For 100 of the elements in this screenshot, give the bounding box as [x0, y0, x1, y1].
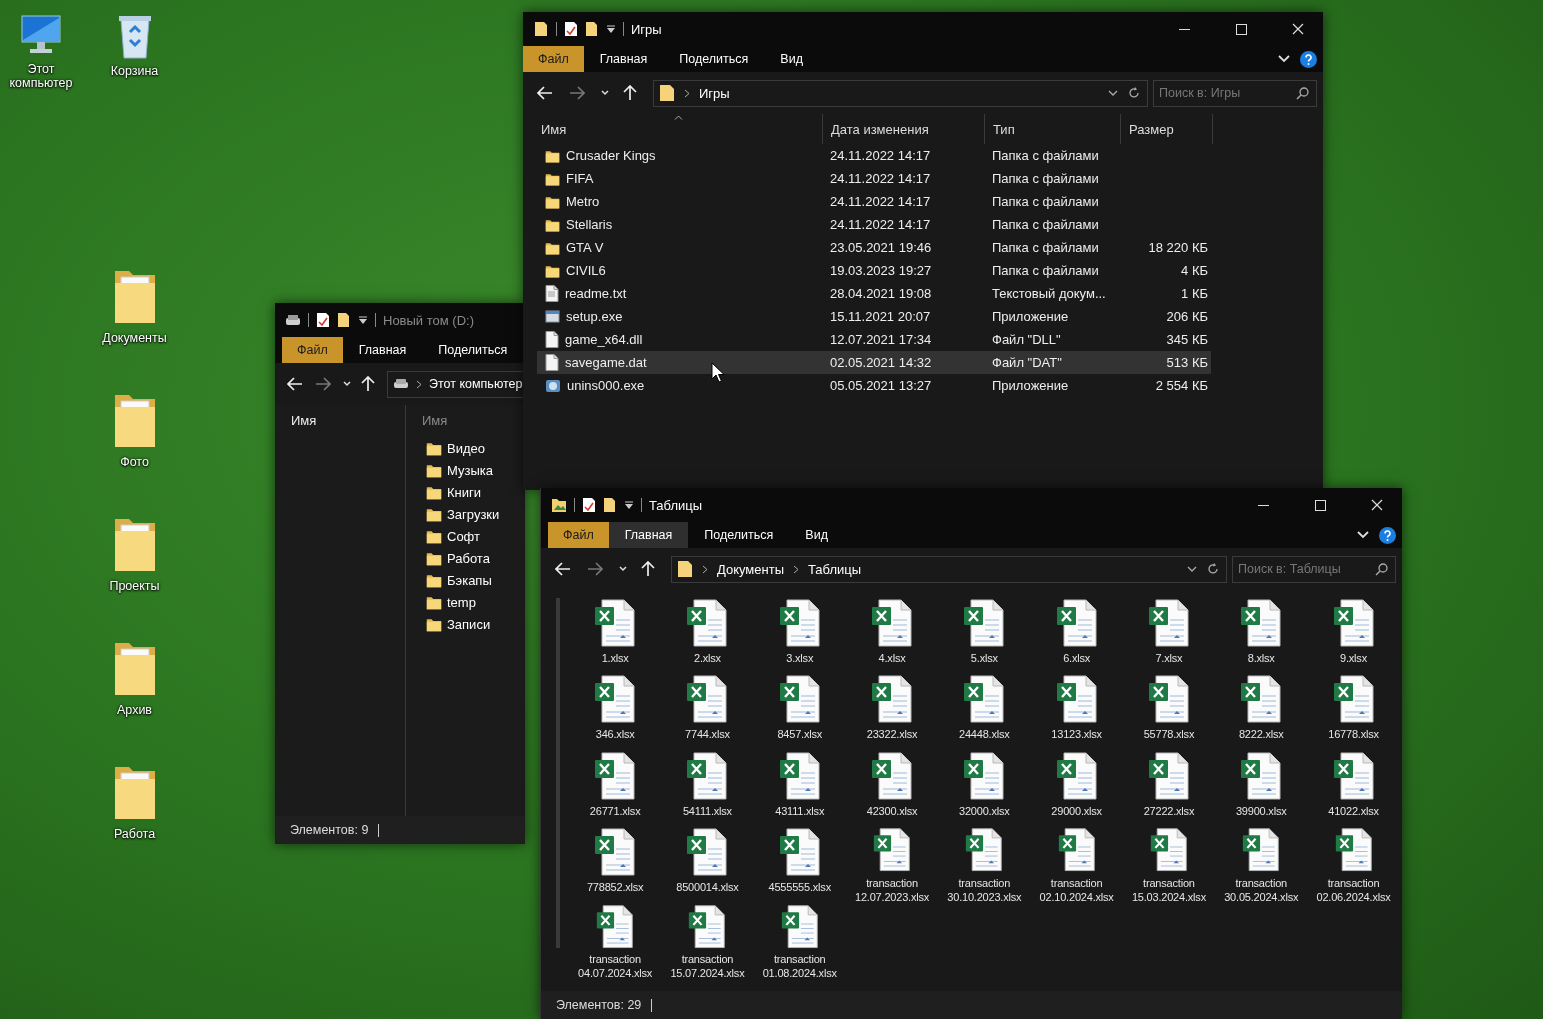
file-name[interactable]: 2.xlsx: [662, 651, 753, 665]
expand-ribbon-icon[interactable]: [1278, 55, 1290, 63]
refresh-icon[interactable]: [1206, 562, 1220, 576]
forward-arrow-icon[interactable]: [315, 377, 331, 391]
folder-name[interactable]: Записи: [447, 616, 491, 632]
address-bar[interactable]: Игры: [653, 79, 1148, 107]
up-arrow-icon[interactable]: [641, 561, 655, 577]
search-field[interactable]: Поиск в: Таблицы: [1232, 555, 1396, 583]
file-name[interactable]: 26771.xlsx: [570, 803, 661, 818]
desktop-icon-label[interactable]: Работа: [94, 827, 175, 841]
file-name[interactable]: 3.xlsx: [754, 651, 845, 665]
file-name[interactable]: 8.xlsx: [1216, 651, 1307, 665]
document-check-icon[interactable]: [582, 497, 596, 513]
desktop-icon-label[interactable]: Фото: [94, 455, 175, 469]
ribbon-tab[interactable]: Главная: [608, 522, 689, 548]
breadcrumb-link[interactable]: Таблицы: [808, 561, 862, 577]
file-row[interactable]: savegame.dat 02.05.2021 14:32 Файл "DAT" 513 КБ: [537, 351, 1211, 374]
help-icon[interactable]: [1379, 526, 1396, 544]
file-name[interactable]: 41022.xlsx: [1308, 803, 1399, 818]
expand-ribbon-icon[interactable]: [1357, 531, 1369, 539]
dropdown-icon[interactable]: [1108, 90, 1118, 96]
file-name[interactable]: 4.xlsx: [847, 651, 938, 665]
back-arrow-icon[interactable]: [555, 562, 571, 576]
file-name[interactable]: 55778.xlsx: [1123, 727, 1214, 742]
file-name[interactable]: 8457.xlsx: [754, 727, 845, 742]
file-name[interactable]: 42300.xlsx: [847, 803, 938, 818]
ribbon-tab[interactable]: Файл: [548, 522, 609, 548]
file-name[interactable]: 39900.xlsx: [1216, 803, 1307, 818]
search-field[interactable]: Поиск в: Игры: [1153, 79, 1317, 107]
file-name[interactable]: 32000.xlsx: [939, 803, 1030, 818]
breadcrumb-link[interactable]: Документы: [717, 561, 784, 577]
desktop-icon-label[interactable]: Документы: [94, 331, 175, 345]
file-name[interactable]: transaction 15.03.2024.xlsx: [1123, 875, 1214, 904]
recent-locations-icon[interactable]: [619, 566, 627, 572]
address-bar[interactable]: Документы Таблицы: [671, 555, 1227, 583]
desktop-icon-label[interactable]: Корзина: [94, 64, 175, 78]
file-name[interactable]: 7744.xlsx: [662, 727, 753, 742]
forward-arrow-icon[interactable]: [569, 86, 585, 100]
search-icon[interactable]: [1375, 562, 1388, 576]
ribbon-tab[interactable]: Поделиться: [688, 522, 790, 548]
file-row[interactable]: Metro 24.11.2022 14:17 Папка с файлами: [537, 190, 1211, 213]
desktop-icon-label[interactable]: Архив: [94, 703, 175, 717]
folder-name[interactable]: temp: [447, 594, 476, 610]
file-name[interactable]: transaction 04.07.2024.xlsx: [570, 951, 661, 980]
column-header[interactable]: Имя: [533, 114, 823, 144]
help-icon[interactable]: [1300, 50, 1317, 68]
file-row[interactable]: GTA V 23.05.2021 19:46 Папка с файлами 18 220 КБ: [537, 236, 1211, 259]
folder-name[interactable]: Книги: [447, 484, 482, 500]
file-row[interactable]: game_x64.dll 12.07.2021 17:34 Файл "DLL" 345 КБ: [537, 328, 1211, 351]
file-row[interactable]: readme.txt 28.04.2021 19:08 Текстовый докум... 1 КБ: [537, 282, 1211, 305]
file-name[interactable]: 16778.xlsx: [1308, 727, 1399, 742]
back-arrow-icon[interactable]: [287, 377, 303, 391]
file-name[interactable]: 7.xlsx: [1123, 651, 1214, 665]
file-name[interactable]: transaction 30.05.2024.xlsx: [1216, 875, 1307, 904]
column-header[interactable]: Размер: [1121, 114, 1213, 144]
file-name[interactable]: transaction 02.10.2024.xlsx: [1031, 875, 1122, 904]
file-name[interactable]: 778852.xlsx: [570, 880, 661, 895]
file-name[interactable]: 1.xlsx: [570, 651, 661, 665]
file-row[interactable]: Crusader Kings 24.11.2022 14:17 Папка с файлами: [537, 144, 1211, 167]
folder-name[interactable]: Музыка: [447, 462, 493, 478]
folder-name[interactable]: Работа: [447, 550, 490, 566]
ribbon-tab[interactable]: Вид: [764, 46, 819, 72]
file-name[interactable]: 4555555.xlsx: [754, 880, 845, 895]
file-name[interactable]: transaction 02.06.2024.xlsx: [1308, 875, 1399, 904]
column-header[interactable]: Имя: [422, 405, 525, 435]
file-name[interactable]: 43111.xlsx: [754, 803, 845, 818]
document-check-icon[interactable]: [564, 21, 578, 37]
ribbon-tab[interactable]: Файл: [282, 337, 343, 363]
search-icon[interactable]: [1296, 86, 1309, 100]
file-name[interactable]: transaction 01.08.2024.xlsx: [754, 951, 845, 980]
recent-locations-icon[interactable]: [601, 90, 609, 96]
file-row[interactable]: FIFA 24.11.2022 14:17 Папка с файлами: [537, 167, 1211, 190]
file-row[interactable]: unins000.exe 05.05.2021 13:27 Приложение 2 554 КБ: [537, 374, 1211, 397]
up-arrow-icon[interactable]: [361, 376, 375, 392]
ribbon-tab[interactable]: Вид: [789, 522, 844, 548]
file-name[interactable]: 24448.xlsx: [939, 727, 1030, 742]
file-name[interactable]: 8500014.xlsx: [662, 880, 753, 895]
ribbon-tab[interactable]: Поделиться: [422, 337, 524, 363]
up-arrow-icon[interactable]: [623, 85, 637, 101]
dropdown-icon[interactable]: [606, 24, 616, 34]
recent-locations-icon[interactable]: [343, 381, 351, 387]
file-name[interactable]: transaction 15.07.2024.xlsx: [662, 951, 753, 980]
file-row[interactable]: setup.exe 15.11.2021 20:07 Приложение 206 КБ: [537, 305, 1211, 328]
folder-name[interactable]: Загрузки: [447, 506, 500, 522]
file-name[interactable]: 23322.xlsx: [847, 727, 938, 742]
file-name[interactable]: 8222.xlsx: [1216, 727, 1307, 742]
file-name[interactable]: transaction 30.10.2023.xlsx: [939, 875, 1030, 904]
forward-arrow-icon[interactable]: [587, 562, 603, 576]
picture-folder-icon[interactable]: [551, 497, 567, 513]
ribbon-tab[interactable]: Главная: [583, 46, 664, 72]
file-name[interactable]: 27222.xlsx: [1123, 803, 1214, 818]
back-arrow-icon[interactable]: [537, 86, 553, 100]
ribbon-tab[interactable]: Файл: [523, 46, 584, 72]
folder-name[interactable]: Софт: [447, 528, 480, 544]
scrollbar[interactable]: [556, 598, 560, 948]
file-name[interactable]: 54111.xlsx: [662, 803, 753, 818]
ribbon-tab[interactable]: Главная: [342, 337, 423, 363]
file-name[interactable]: 29000.xlsx: [1031, 803, 1122, 818]
folder-name[interactable]: Видео: [447, 440, 485, 456]
dropdown-icon[interactable]: [1187, 566, 1197, 572]
